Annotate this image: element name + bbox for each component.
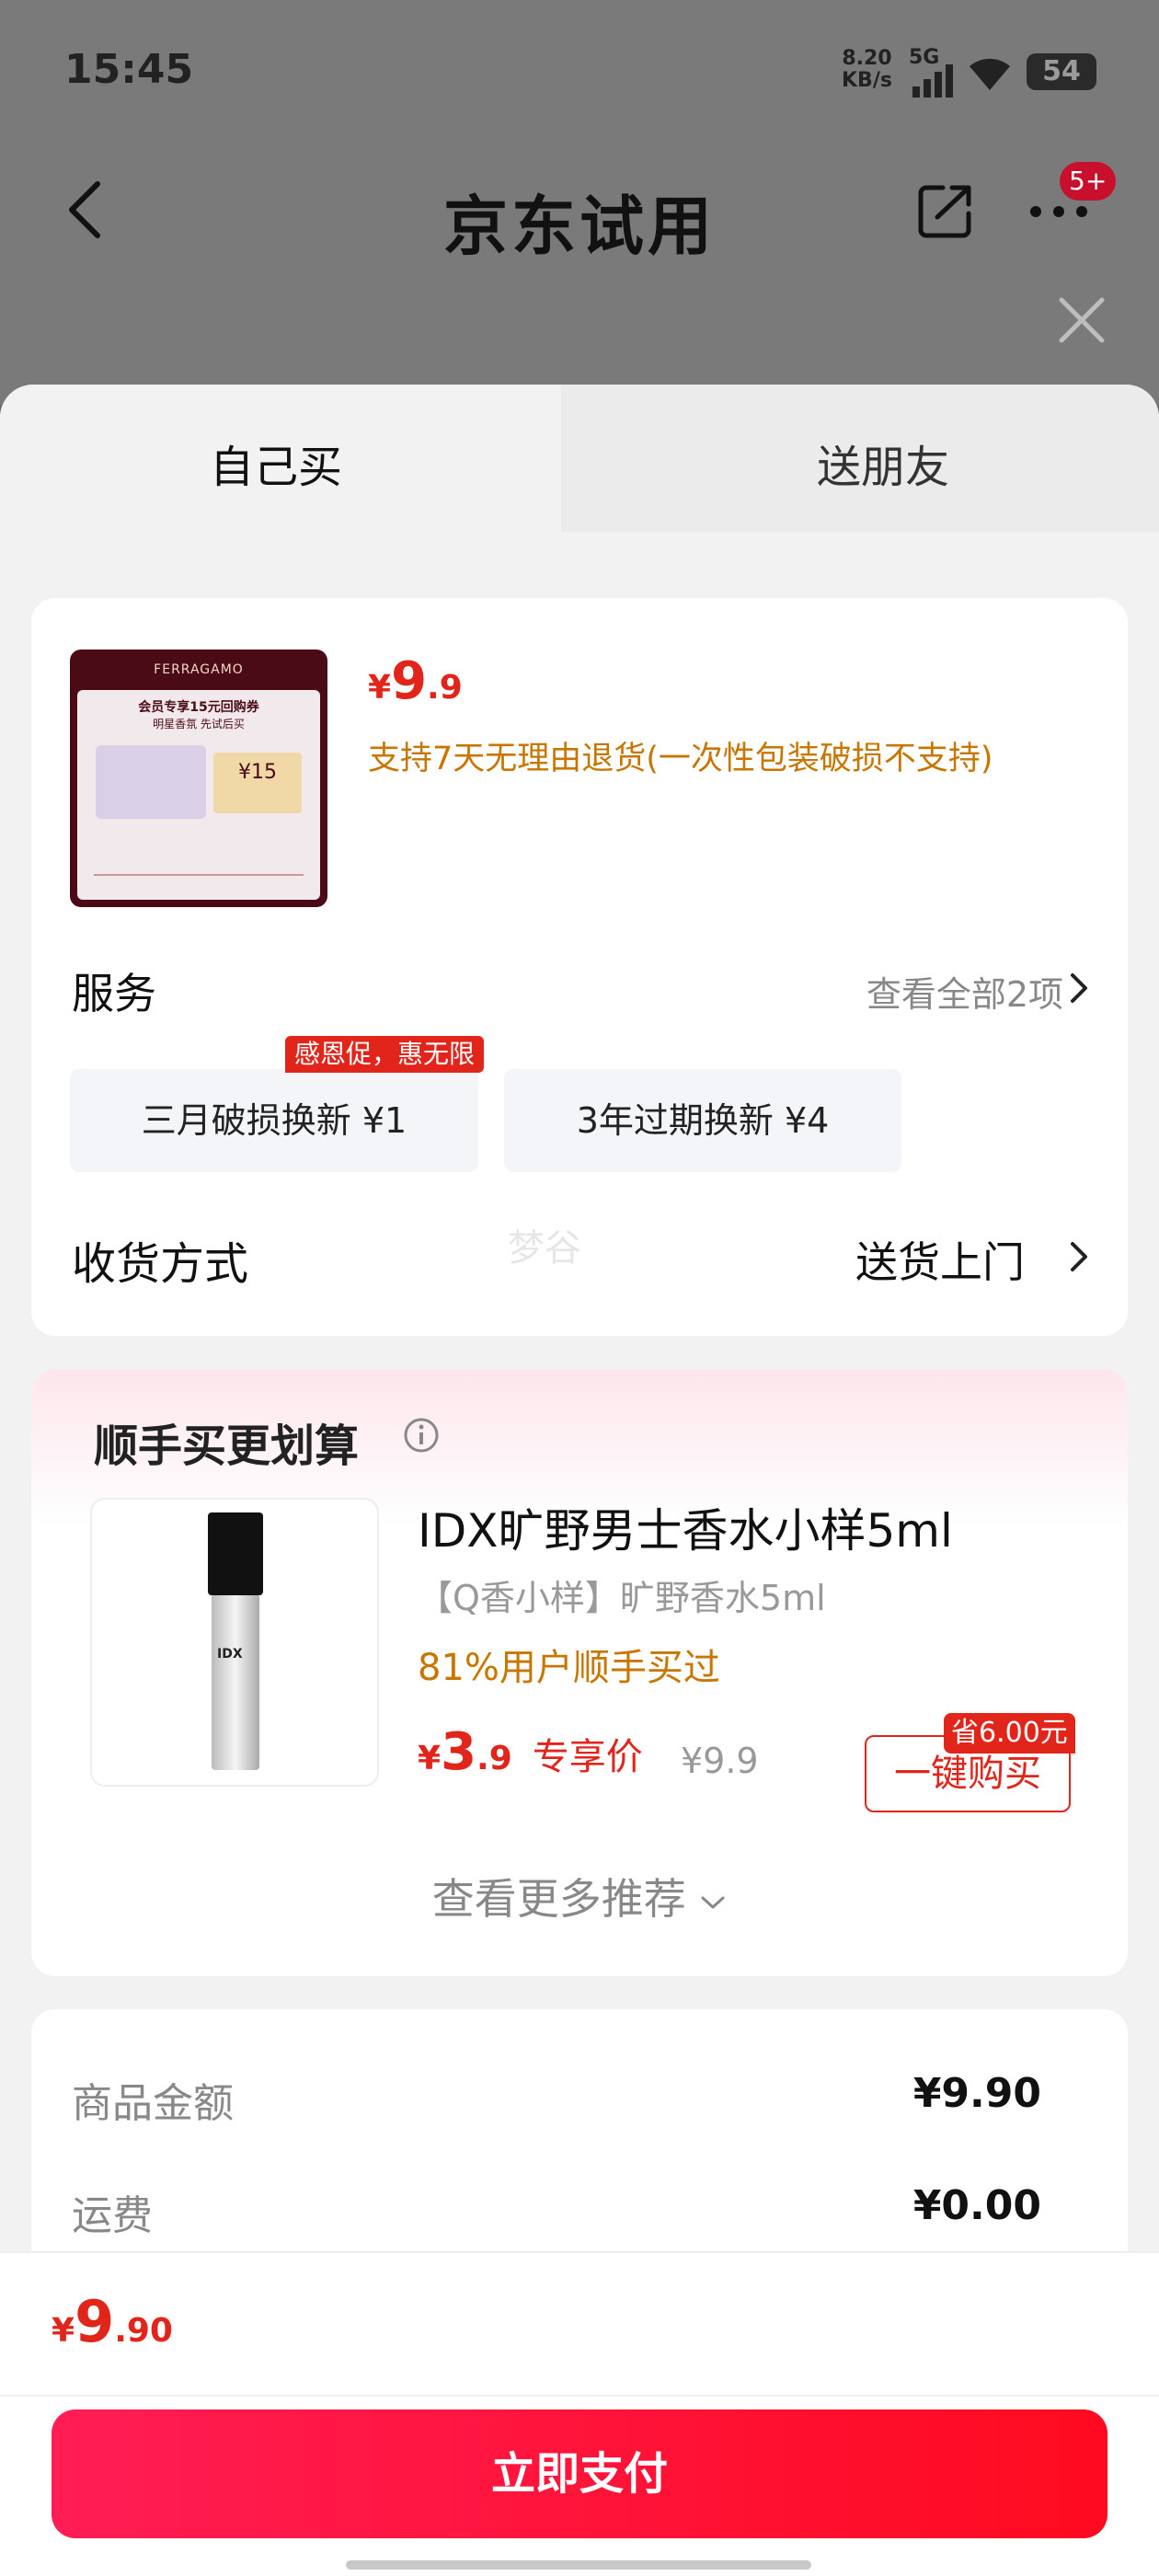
- product-image-title: 会员专享15元回购券: [138, 700, 259, 715]
- service-chip-expiry[interactable]: 3年过期换新 ¥4: [504, 1069, 901, 1172]
- footer-divider: [0, 2395, 1159, 2397]
- total-symbol: ¥: [52, 2312, 75, 2350]
- promo-badge: 感恩促，惠无限: [285, 1036, 485, 1073]
- service-view-all[interactable]: 查看全部2项: [866, 966, 1063, 1017]
- product-image-subtitle: 明星香氛 先试后买: [153, 718, 245, 730]
- bottle-label: IDX: [217, 1647, 243, 1662]
- product-image[interactable]: FERRAGAMO 会员专享15元回购券 明星香氛 先试后买 ¥15: [70, 650, 327, 907]
- delivery-method[interactable]: 送货上门: [855, 1229, 1025, 1290]
- summary-value-shipping: ¥0.00: [912, 2182, 1041, 2229]
- price-decimal: .9: [427, 669, 463, 707]
- see-more-label: 查看更多推荐: [431, 1874, 686, 1924]
- summary-label-goods: 商品金额: [72, 2080, 234, 2127]
- close-icon[interactable]: [1056, 294, 1107, 346]
- upsell-title: 顺手买更划算: [94, 1420, 360, 1472]
- summary-value-goods: ¥9.90: [912, 2070, 1041, 2117]
- delivery-title: 收货方式: [72, 1238, 249, 1290]
- status-bar: 15:45 8.20 KB/s 5G 54: [0, 0, 1159, 138]
- chevron-right-icon: [1071, 973, 1087, 1003]
- info-icon[interactable]: [403, 1417, 440, 1454]
- upsell-price-label: 专享价: [532, 1736, 643, 1778]
- savings-badge: 省6.00元: [944, 1713, 1075, 1754]
- product-image-coupon: ¥15: [213, 753, 302, 813]
- service-chip-damage[interactable]: 三月破损换新 ¥1: [70, 1069, 478, 1172]
- summary-label-shipping: 运费: [72, 2192, 153, 2239]
- upsell-product-subtitle: 【Q香小样】旷野香水5ml: [418, 1578, 826, 1618]
- upsell-card: 顺手买更划算 IDX IDX旷野男士香水小样5ml 【Q香小样】旷野香水5ml …: [31, 1369, 1128, 1976]
- product-image-inner: 会员专享15元回购券 明星香氛 先试后买 ¥15: [77, 690, 320, 900]
- more-icon[interactable]: [1028, 204, 1089, 219]
- chevron-right-icon[interactable]: [1069, 1240, 1089, 1273]
- product-image-flower: [96, 745, 206, 819]
- tab-buy-self[interactable]: 自己买: [0, 385, 561, 532]
- total-integer: 9: [75, 2288, 115, 2355]
- see-more-recommendations[interactable]: 查看更多推荐: [31, 1866, 1128, 1926]
- chevron-down-icon: [701, 1896, 725, 1908]
- upsell-price-symbol: ¥: [418, 1740, 442, 1777]
- home-indicator[interactable]: [346, 2560, 811, 2570]
- product-image-timeline: [94, 874, 304, 876]
- bottle-body: [212, 1595, 259, 1770]
- signal-icon: [912, 64, 953, 98]
- page-title: 京东试用: [443, 189, 716, 264]
- wifi-icon: [970, 58, 1010, 90]
- bottle-cap: [208, 1512, 263, 1595]
- tab-send-friend-label: 送朋友: [816, 442, 949, 493]
- share-icon[interactable]: [915, 180, 976, 241]
- tab-bar: 送朋友 自己买: [0, 385, 1159, 532]
- total-price: ¥9.90: [52, 2288, 173, 2355]
- tab-send-friend[interactable]: 送朋友: [607, 385, 1159, 532]
- product-card: FERRAGAMO 会员专享15元回购券 明星香氛 先试后买 ¥15 ¥9.9 …: [31, 598, 1128, 1336]
- total-decimal: .90: [114, 2312, 173, 2350]
- service-title: 服务: [72, 969, 156, 1018]
- upsell-product-image[interactable]: IDX: [90, 1498, 379, 1787]
- net-speed: 8.20 KB/s: [842, 48, 892, 92]
- upsell-price-decimal: .9: [476, 1740, 512, 1777]
- pay-now-button[interactable]: 立即支付: [52, 2409, 1107, 2538]
- upsell-price: ¥3.9 专享价: [418, 1722, 643, 1782]
- price-symbol: ¥: [368, 669, 392, 707]
- product-image-brand: FERRAGAMO: [154, 662, 244, 677]
- upsell-original-price: ¥9.9: [681, 1741, 759, 1781]
- tab-buy-self-label: 自己买: [209, 442, 342, 493]
- net-speed-unit: KB/s: [842, 69, 892, 92]
- tab-curve: [552, 385, 662, 532]
- product-price: ¥9.9: [368, 651, 463, 711]
- upsell-product-name[interactable]: IDX旷野男士香水小样5ml: [418, 1494, 953, 1560]
- checkout-footer: ¥9.90 立即支付: [0, 2251, 1159, 2576]
- net-speed-value: 8.20: [842, 47, 892, 70]
- watermark-text: 梦谷: [508, 1227, 581, 1270]
- status-time: 15:45: [64, 46, 194, 93]
- battery-indicator: 54: [1027, 53, 1096, 90]
- upsell-buy-rate: 81%用户顺手买过: [418, 1647, 720, 1689]
- service-view-all-label: 查看全部2项: [866, 974, 1063, 1015]
- return-policy-note: 支持7天无理由退货(一次性包装破损不支持): [368, 741, 993, 777]
- message-badge: 5+: [1060, 162, 1117, 201]
- purchase-sheet: 送朋友 自己买 FERRAGAMO 会员专享15元回购券 明星香氛 先试后买 ¥…: [0, 385, 1159, 2576]
- price-integer: 9: [391, 651, 428, 711]
- upsell-price-integer: 3: [441, 1722, 477, 1782]
